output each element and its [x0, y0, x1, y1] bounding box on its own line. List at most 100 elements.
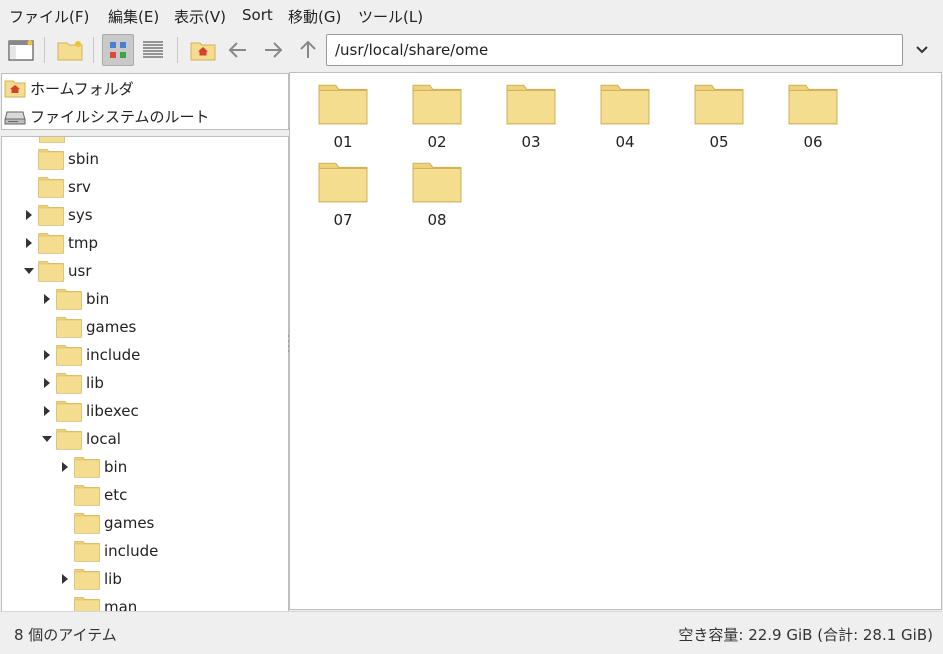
home-folder-icon [190, 42, 216, 61]
folder-icon [318, 84, 368, 125]
home-folder-icon [4, 80, 26, 98]
tree-node[interactable]: games [58, 509, 154, 537]
collapsed-arrow-icon[interactable] [22, 236, 36, 250]
file-item[interactable]: 04 [585, 83, 665, 151]
tree-node[interactable]: man [58, 593, 137, 611]
file-name: 07 [333, 211, 353, 229]
tree-node-label: lib [86, 374, 104, 392]
collapsed-arrow-icon[interactable] [22, 208, 36, 222]
folder-icon [412, 162, 462, 203]
folder-icon [74, 484, 100, 506]
folder-icon [56, 428, 82, 450]
back-arrow-icon [228, 42, 246, 58]
menu-sort[interactable]: Sort [242, 6, 273, 24]
menu-bar: ファイル(F) 編集(E) 表示(V) Sort 移動(G) ツール(L) [0, 0, 943, 30]
tree-node-label: libexec [86, 402, 139, 420]
collapsed-arrow-icon[interactable] [58, 460, 72, 474]
tree-node[interactable]: tmp [22, 229, 98, 257]
file-item[interactable]: 05 [679, 83, 759, 151]
tree-node-label: srv [68, 178, 91, 196]
free-space-value: : 22.9 GiB (合計: 28.1 GiB) [738, 626, 933, 644]
file-view: 01 02 03 04 05 06 07 08 [289, 72, 942, 610]
path-input[interactable]: /usr/local/share/ome [326, 34, 903, 66]
menu-go[interactable]: 移動(G) [288, 6, 341, 27]
collapsed-arrow-icon[interactable] [58, 572, 72, 586]
menu-tools[interactable]: ツール(L) [358, 6, 423, 27]
places-panel: ホームフォルダ ファイルシステムのルート [1, 73, 289, 130]
new-folder-button[interactable] [54, 34, 86, 66]
free-space-label: 空き容量 [678, 626, 739, 644]
up-arrow-icon [300, 40, 316, 58]
tree-node-label: lib [104, 570, 122, 588]
collapsed-arrow-icon[interactable] [40, 376, 54, 390]
tree-node[interactable]: include [58, 537, 158, 565]
tree-node-label: tmp [68, 234, 99, 252]
folder-icon [74, 568, 100, 590]
folder-icon [56, 372, 82, 394]
folder-icon [56, 400, 82, 422]
menu-view[interactable]: 表示(V) [174, 6, 226, 27]
tree-node[interactable]: lib [40, 369, 104, 397]
file-item[interactable]: 02 [397, 83, 477, 151]
status-bar: 8 個のアイテム 空き容量: 22.9 GiB (合計: 28.1 GiB) [0, 611, 943, 654]
folder-icon [74, 540, 100, 562]
folder-icon [506, 84, 556, 125]
tree-node[interactable]: games [40, 313, 136, 341]
tree-node[interactable]: lib [58, 565, 122, 593]
menu-file[interactable]: ファイル(F) [9, 6, 89, 27]
tree-node[interactable]: bin [58, 453, 127, 481]
up-button[interactable] [292, 34, 324, 66]
directory-tree: sbin srv sys tmp usr bin games include lib libexe… [1, 136, 289, 612]
tree-node-label: bin [104, 458, 128, 476]
tree-node-label: sys [68, 206, 93, 224]
list-view-button[interactable] [137, 34, 169, 66]
new-window-icon [8, 40, 34, 61]
collapsed-arrow-icon[interactable] [40, 404, 54, 418]
tree-node-label: games [104, 514, 155, 532]
toolbar: /usr/local/share/ome [0, 31, 943, 71]
tree-node[interactable]: srv [22, 173, 91, 201]
file-name: 06 [803, 133, 823, 151]
menu-edit[interactable]: 編集(E) [108, 6, 159, 27]
file-item[interactable]: 03 [491, 83, 571, 151]
new-window-button[interactable] [5, 34, 37, 66]
tree-node[interactable]: usr [22, 257, 92, 285]
path-history-dropdown[interactable] [908, 34, 936, 66]
file-item[interactable]: 06 [773, 83, 853, 151]
tree-node[interactable]: local [40, 425, 121, 453]
tree-node[interactable]: sbin [22, 145, 99, 173]
folder-icon [412, 84, 462, 125]
place-item[interactable]: ホームフォルダ [4, 75, 134, 101]
place-item[interactable]: ファイルシステムのルート [4, 103, 210, 129]
tree-node[interactable]: etc [58, 481, 127, 509]
file-name: 05 [709, 133, 729, 151]
collapsed-arrow-icon[interactable] [40, 348, 54, 362]
home-button[interactable] [187, 34, 219, 66]
icon-view-button[interactable] [102, 34, 134, 66]
folder-icon [694, 84, 744, 125]
file-item[interactable]: 07 [303, 161, 383, 229]
forward-button[interactable] [257, 34, 289, 66]
expanded-arrow-icon[interactable] [40, 432, 54, 446]
file-name: 08 [427, 211, 447, 229]
tree-node-label: bin [86, 290, 110, 308]
collapsed-arrow-icon[interactable] [40, 292, 54, 306]
tree-node-label: include [104, 542, 159, 560]
tree-node[interactable]: include [40, 341, 140, 369]
back-button[interactable] [222, 34, 254, 66]
tree-node[interactable]: libexec [40, 397, 139, 425]
drive-icon [4, 111, 26, 125]
tree-node[interactable]: bin [40, 285, 109, 313]
file-item[interactable]: 01 [303, 83, 383, 151]
file-name: 01 [333, 133, 353, 151]
expanded-arrow-icon[interactable] [22, 264, 36, 278]
file-item[interactable]: 08 [397, 161, 477, 229]
folder-icon [38, 260, 64, 282]
file-name: 04 [615, 133, 635, 151]
tree-node[interactable]: sys [22, 201, 93, 229]
